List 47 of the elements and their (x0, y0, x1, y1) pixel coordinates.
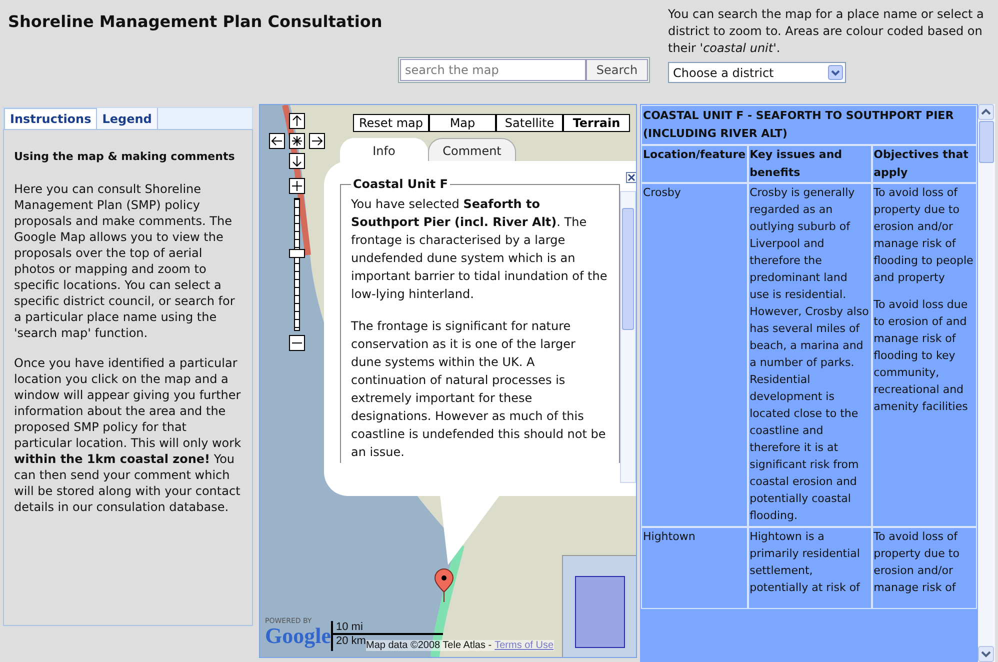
map-pin-icon (434, 568, 454, 602)
panel-tab[interactable]: Instructions (4, 108, 98, 129)
column-header: Key issues and benefits (748, 146, 871, 182)
info-window-paragraph: The frontage is significant for nature conservation as it is one of the larger dune systems within the UK. A continuation of natural processes is extremely important for these designations. However as much of this coastline is undefended this should not be an issue. (351, 318, 607, 461)
info-window-heading: Coastal Unit F (352, 177, 449, 191)
scroll-down-icon[interactable] (978, 646, 994, 662)
pan-right-icon[interactable] (309, 133, 325, 149)
table-title: COASTAL UNIT F - SEAFORTH TO SOUTHPORT PIER (INCLUDING RIVER ALT) (642, 106, 976, 144)
instructions-heading: Using the map & making comments (14, 150, 236, 163)
pan-down-icon[interactable] (289, 153, 305, 169)
info-scrollbar[interactable] (620, 191, 636, 483)
table-scrollbar[interactable] (978, 104, 995, 662)
instructions-paragraph: Once you have identified a particular location you click on the map and a window will appear giving you further information about the area and the proposed SMP policy for that particular location. This will only work within the 1km coastal zone! You can then send your comment which will be stored along with your contact details in our consulation database. (14, 355, 242, 515)
help-text: You can search the map for a place name or select a district to zoom to. Areas are colour coded based on their 'coastal unit'. (668, 6, 985, 57)
table-cell: Hightown is a primarily residential settlement, potentially at risk of (748, 528, 871, 608)
info-window-tab[interactable]: Info (340, 138, 428, 162)
pan-up-icon[interactable] (289, 113, 305, 129)
instructions-paragraph: Here you can consult Shoreline Management Plan (SMP) policy proposals and make comments. The Google Map allows you to view the proposals over the top of aerial photos or mapping and zoom to specific locations. You can select a specific district council, or search for a particular place name using the 'search map' function. (14, 181, 236, 341)
overview-map[interactable] (562, 555, 636, 657)
scrollbar-thumb[interactable] (979, 121, 994, 163)
table-cell: Crosby is generally regarded as an outlying suburb of Liverpool and therefore the predominant land use is residential. However, Crosby also has several miles of beach, a marina and a number of parks. Residential development is located close to the coastline and therefore it is at significant risk from coastal erosion and potentially coastal flooding. (748, 184, 871, 526)
info-window-paragraph: You have selected Seaforth to Southport Pier (incl. River Alt). The frontage is characterised by a large undefended dune system which is an important barrier to tidal inundation of the low-lying hinterland. (351, 196, 608, 303)
map-type-button[interactable]: Map (429, 114, 496, 132)
map-type-button[interactable]: Reset map (353, 114, 429, 132)
zoom-out-icon[interactable] (289, 335, 305, 351)
zoom-slider[interactable] (289, 198, 305, 331)
info-window-tab[interactable]: Comment (428, 138, 516, 162)
scroll-up-icon[interactable] (978, 104, 994, 120)
map-attribution: Map data ©2008 Tele Atlas - (366, 640, 492, 651)
objective-text: To avoid loss of property due to erosion and/or manage risk of (874, 529, 960, 596)
pan-left-icon[interactable] (269, 133, 285, 149)
district-dropdown[interactable]: Choose a district (668, 62, 846, 83)
table-cell: Crosby (642, 184, 747, 526)
map-type-button[interactable]: Satellite (496, 114, 563, 132)
pan-center-icon[interactable] (289, 133, 305, 149)
objective-text: To avoid loss due to erosion of and manage risk of flooding to key community, recreational and amenity facilities (874, 297, 969, 415)
search-button[interactable]: Search (586, 59, 648, 81)
panel-tab[interactable]: Legend (97, 108, 158, 129)
map-type-button[interactable]: Terrain (563, 114, 630, 132)
table-cell: Hightown (642, 528, 747, 608)
zoom-in-icon[interactable] (289, 178, 305, 194)
search-field[interactable]: search the map (400, 59, 586, 81)
close-icon[interactable] (626, 172, 636, 183)
column-header: Location/feature (642, 146, 747, 182)
page-title: Shoreline Management Plan Consultation (8, 12, 382, 32)
objective-text: To avoid loss of property due to erosion and/or manage risk of flooding to people and property (874, 185, 974, 286)
column-header: Objectives that apply (872, 146, 976, 182)
